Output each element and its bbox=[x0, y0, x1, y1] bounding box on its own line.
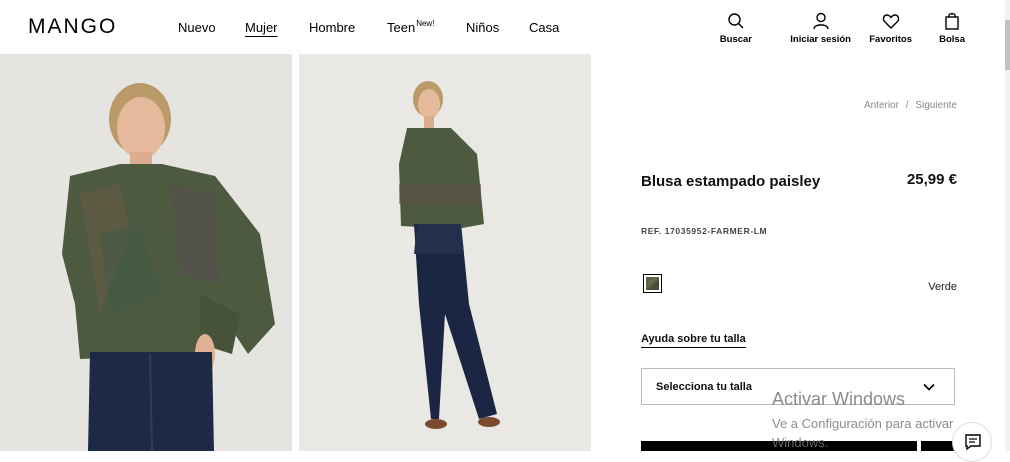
chat-button[interactable] bbox=[952, 422, 992, 462]
chat-icon bbox=[965, 434, 981, 451]
login-label: Iniciar sesión bbox=[790, 34, 851, 45]
product-title: Blusa estampado paisley bbox=[641, 173, 821, 190]
windows-activation-title: Activar Windows bbox=[772, 389, 906, 409]
model-photo-closeup bbox=[0, 54, 292, 451]
nav-item-nuevo[interactable]: Nuevo bbox=[178, 20, 216, 35]
color-name: Verde bbox=[928, 281, 957, 293]
favorites-button[interactable]: Favoritos bbox=[869, 12, 912, 45]
size-help-link[interactable]: Ayuda sobre tu talla bbox=[641, 333, 746, 348]
color-swatch-fill bbox=[646, 277, 659, 290]
user-icon bbox=[812, 12, 829, 30]
product-photo-full[interactable] bbox=[299, 54, 591, 451]
bag-icon bbox=[945, 12, 959, 30]
search-label: Buscar bbox=[719, 34, 752, 45]
new-badge: New! bbox=[416, 19, 435, 28]
prev-next-nav: Anterior / Siguiente bbox=[864, 100, 957, 111]
nav-label: Mujer bbox=[245, 20, 278, 35]
product-price: 25,99 € bbox=[906, 171, 957, 188]
nav-separator: / bbox=[905, 100, 909, 111]
product-photo-main[interactable] bbox=[0, 54, 292, 451]
nav-label: Niños bbox=[466, 20, 500, 35]
mango-logo[interactable]: MANGO bbox=[28, 15, 117, 39]
login-button[interactable]: Iniciar sesión bbox=[790, 12, 851, 45]
previous-link[interactable]: Anterior bbox=[864, 100, 899, 111]
nav-item-casa[interactable]: Casa bbox=[529, 20, 559, 35]
nav-item-mujer[interactable]: Mujer bbox=[245, 20, 278, 35]
bag-button[interactable]: Bolsa bbox=[939, 12, 965, 45]
page-scrollbar[interactable] bbox=[1005, 0, 1010, 451]
search-icon bbox=[728, 13, 744, 29]
color-swatch[interactable] bbox=[643, 274, 662, 293]
scrollbar-thumb[interactable] bbox=[1005, 20, 1010, 70]
nav-item-ninos[interactable]: Niños bbox=[466, 20, 499, 35]
product-reference: REF. 17035952-FARMER-LM bbox=[641, 226, 768, 236]
nav-label: Nuevo bbox=[178, 20, 216, 35]
heart-icon bbox=[882, 14, 899, 29]
chevron-down-icon bbox=[923, 383, 935, 391]
model-photo-fullbody bbox=[299, 54, 591, 451]
nav-label: Hombre bbox=[309, 20, 356, 35]
nav-label: Teen bbox=[387, 20, 416, 35]
nav-item-teen[interactable]: TeenNew! bbox=[387, 19, 435, 35]
nav-label: Casa bbox=[529, 20, 560, 35]
search-button[interactable]: Buscar bbox=[720, 12, 752, 45]
site-header: MANGO Nuevo Mujer Hombre TeenNew! Niños … bbox=[0, 0, 1005, 54]
next-link[interactable]: Siguiente bbox=[915, 100, 957, 111]
nav-item-hombre[interactable]: Hombre bbox=[309, 20, 355, 35]
bag-label: Bolsa bbox=[939, 34, 965, 45]
favorites-label: Favoritos bbox=[869, 34, 912, 45]
size-select-label: Selecciona tu talla bbox=[656, 381, 752, 393]
